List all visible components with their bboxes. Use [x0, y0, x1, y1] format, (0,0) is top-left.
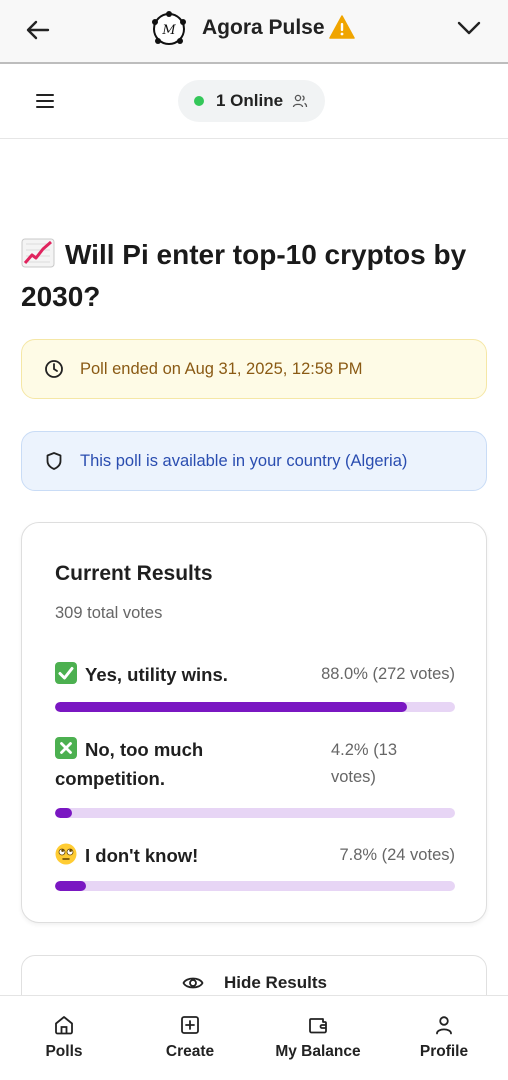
nav-item-polls[interactable]: Polls	[44, 1014, 84, 1061]
chevron-down-icon[interactable]	[455, 16, 483, 40]
result-option: Yes, utility wins. 88.0% (272 votes)	[55, 660, 455, 720]
chart-increasing-icon	[21, 238, 55, 268]
option-progress-fill	[55, 881, 87, 891]
warning-icon[interactable]	[329, 15, 355, 39]
check-mark-button-icon	[55, 662, 77, 684]
eye-icon	[182, 977, 204, 989]
user-icon	[436, 1016, 452, 1035]
cross-mark-button-icon	[55, 737, 77, 759]
option-label: I don't know!	[55, 841, 295, 870]
app-logo: M	[152, 11, 186, 45]
nav-item-my-balance[interactable]: My Balance	[273, 1014, 363, 1061]
poll-title-text: Will Pi enter top-10 cryptos by 2030?	[21, 239, 467, 312]
country-availability-notice: This poll is available in your country (…	[21, 431, 487, 491]
sub-header: 1 Online	[0, 64, 508, 139]
option-label-text: No, too much competition.	[55, 739, 204, 789]
nav-label: Profile	[419, 1043, 469, 1060]
results-heading: Current Results	[55, 562, 213, 585]
back-arrow-icon[interactable]	[24, 16, 52, 44]
online-indicator-dot	[194, 96, 204, 106]
app-bar: M Agora Pulse	[0, 0, 508, 64]
poll-title: Will Pi enter top-10 cryptos by 2030?	[21, 234, 487, 318]
nav-item-profile[interactable]: Profile	[419, 1014, 469, 1061]
option-vote-stat: 7.8% (24 votes)	[339, 846, 455, 864]
plus-square-icon	[181, 1016, 199, 1034]
app-title: Agora Pulse	[202, 16, 325, 39]
option-label-text: Yes, utility wins.	[85, 664, 228, 685]
option-label: Yes, utility wins.	[55, 660, 295, 689]
total-votes: 309 total votes	[55, 604, 163, 622]
clock-icon	[45, 360, 63, 378]
hide-results-content: Hide Results	[182, 972, 327, 994]
poll-ended-text: Poll ended on Aug 31, 2025, 12:58 PM	[80, 359, 363, 378]
users-icon	[292, 94, 308, 108]
bottom-navigation: Polls Create My Balance Profile	[0, 995, 508, 1080]
hamburger-menu-icon[interactable]	[34, 91, 56, 111]
results-card: Current Results 309 total votes Yes, uti…	[21, 522, 487, 923]
poll-ended-notice: Poll ended on Aug 31, 2025, 12:58 PM	[21, 339, 487, 399]
face-rolling-eyes-icon	[55, 843, 77, 865]
result-option: I don't know! 7.8% (24 votes)	[55, 841, 455, 897]
hide-results-label: Hide Results	[224, 973, 327, 992]
nav-item-create[interactable]: Create	[164, 1014, 216, 1061]
nav-label: Polls	[45, 1043, 83, 1060]
option-label-text: I don't know!	[85, 845, 199, 866]
shield-icon	[46, 452, 62, 470]
logo-letter: M	[161, 23, 176, 38]
nav-label: My Balance	[275, 1043, 361, 1060]
option-vote-stat: 88.0% (272 votes)	[321, 665, 455, 683]
option-progress-fill	[55, 808, 72, 818]
option-progress-bar	[55, 881, 455, 891]
option-progress-bar	[55, 808, 455, 818]
online-count: 1 Online	[216, 91, 284, 110]
option-label: No, too much competition.	[55, 735, 285, 793]
wallet-icon	[309, 1018, 327, 1034]
result-option: No, too much competition. 4.2% (13 votes…	[55, 735, 455, 821]
country-availability-text: This poll is available in your country (…	[80, 451, 408, 470]
option-progress-fill	[55, 702, 407, 712]
home-icon	[55, 1016, 73, 1035]
option-progress-bar	[55, 702, 455, 712]
online-status-pill[interactable]: 1 Online	[178, 80, 325, 122]
option-vote-stat: 4.2% (13 votes)	[331, 741, 398, 786]
nav-label: Create	[165, 1043, 215, 1060]
